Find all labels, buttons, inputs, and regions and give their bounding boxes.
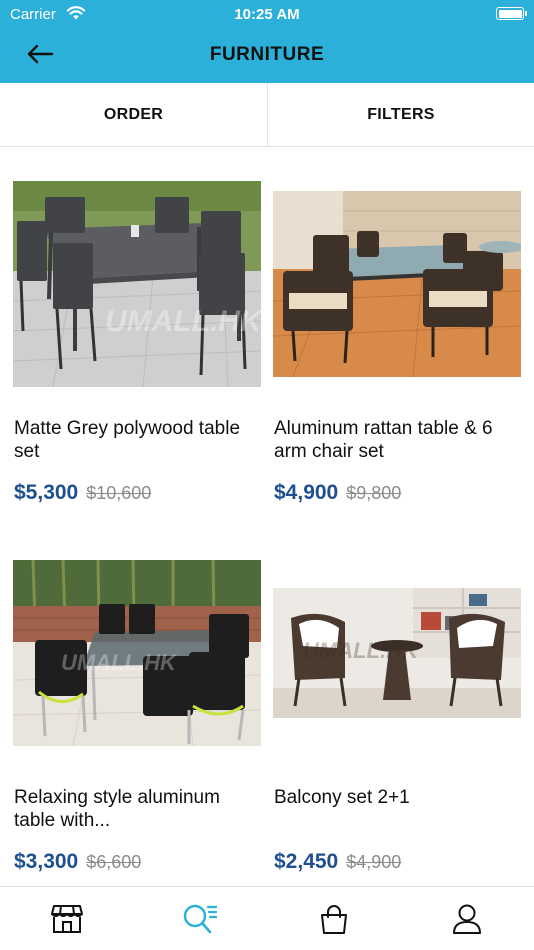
order-button[interactable]: ORDER xyxy=(0,83,267,147)
user-icon xyxy=(453,904,482,934)
product-prices: $4,900 $9,800 xyxy=(274,481,401,505)
product-card[interactable]: Aluminum rattan table & 6 arm chair set … xyxy=(273,175,521,520)
product-card[interactable]: UMALL.HK Relaxing style aluminum table w… xyxy=(13,553,261,886)
product-original-price: $6,600 xyxy=(86,852,142,872)
product-name: Balcony set 2+1 xyxy=(274,787,410,808)
product-image: UMALL.HK xyxy=(273,588,521,718)
product-price: $5,300 xyxy=(14,481,79,504)
nav-account[interactable] xyxy=(401,887,534,950)
product-name: Relaxing style aluminum table with... xyxy=(14,787,220,831)
shopping-bag-icon xyxy=(320,904,347,934)
svg-text:UMALL.HK: UMALL.HK xyxy=(61,650,178,675)
page-title: FURNITURE xyxy=(209,44,325,65)
product-price: $3,300 xyxy=(14,850,79,873)
product-image: UMALL.HK xyxy=(13,181,261,387)
product-name: Aluminum rattan table & 6 arm chair set xyxy=(274,418,493,462)
product-name: Matte Grey polywood table set xyxy=(14,418,241,462)
product-image xyxy=(273,191,521,377)
store-icon xyxy=(50,904,83,933)
svg-text:UMALL.HK: UMALL.HK xyxy=(303,638,420,663)
search-list-icon xyxy=(184,904,218,933)
product-prices: $3,300 $6,600 xyxy=(14,850,141,874)
product-original-price: $4,900 xyxy=(346,852,402,872)
product-prices: $2,450 $4,900 xyxy=(274,850,401,874)
filters-button[interactable]: FILTERS xyxy=(267,83,534,147)
nav-store[interactable] xyxy=(0,887,134,950)
product-price: $4,900 xyxy=(274,481,339,504)
bottom-nav xyxy=(0,886,534,950)
product-card[interactable]: UMALL.HK Matte Grey polywood table set $… xyxy=(13,175,261,520)
product-card[interactable]: UMALL.HK Balcony set 2+1 $2,450 $4,900 xyxy=(273,553,521,886)
nav-cart[interactable] xyxy=(267,887,401,950)
product-price: $2,450 xyxy=(274,850,339,873)
status-bar: Carrier 10:25 AM xyxy=(0,0,534,28)
nav-search[interactable] xyxy=(134,887,268,950)
product-original-price: $9,800 xyxy=(346,483,402,503)
battery-icon xyxy=(496,7,527,20)
sort-filter-bar: ORDER FILTERS xyxy=(0,83,534,147)
product-original-price: $10,600 xyxy=(86,483,152,503)
svg-text:UMALL.HK: UMALL.HK xyxy=(105,305,261,338)
product-image: UMALL.HK xyxy=(13,560,261,746)
top-bar: Carrier 10:25 AM FURNITURE xyxy=(0,0,534,83)
product-prices: $5,300 $10,600 xyxy=(14,481,151,505)
clock: 10:25 AM xyxy=(234,6,300,23)
